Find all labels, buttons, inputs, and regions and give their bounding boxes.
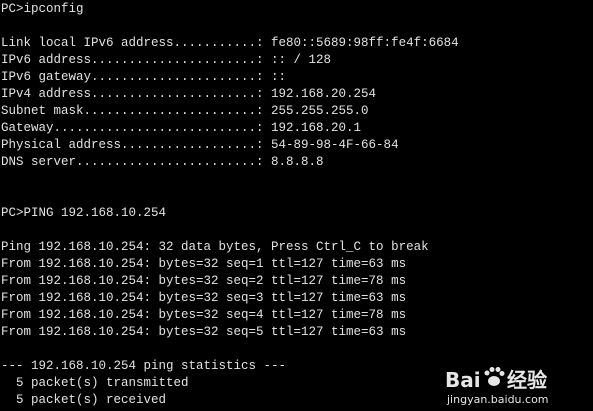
command-ipconfig: PC>ipconfig — [1, 2, 84, 16]
output-line-ping-reply: From 192.168.10.254: bytes=32 seq=3 ttl=… — [1, 291, 407, 305]
output-line-ipv6-link-local: Link local IPv6 address...........: fe80… — [1, 36, 459, 50]
output-line-subnet-mask: Subnet mask.......................: 255.… — [1, 104, 369, 118]
output-line-ipv4-address: IPv4 address......................: 192.… — [1, 87, 377, 101]
output-line-ping-reply: From 192.168.10.254: bytes=32 seq=2 ttl=… — [1, 274, 407, 288]
watermark-brand-right: 经验 — [507, 368, 547, 392]
output-line-ping-statistics: --- 192.168.10.254 ping statistics --- — [1, 359, 287, 373]
paw-icon — [484, 367, 505, 386]
watermark-url: jingyan.baidu.com — [446, 393, 549, 406]
output-line-gateway: Gateway...........................: 192.… — [1, 121, 362, 135]
baidu-jingyan-watermark: Bai 经验 jingyan.baidu.com — [445, 367, 549, 406]
output-line-physical-address: Physical address..................: 54-8… — [1, 138, 399, 152]
output-line-ping-reply: From 192.168.10.254: bytes=32 seq=5 ttl=… — [1, 325, 407, 339]
output-line-ipv6-address: IPv6 address......................: :: /… — [1, 53, 332, 67]
command-ping: PC>PING 192.168.10.254 — [1, 206, 167, 220]
terminal-window[interactable]: PC>ipconfig Link local IPv6 address.....… — [0, 0, 593, 411]
output-line-ping-reply: From 192.168.10.254: bytes=32 seq=1 ttl=… — [1, 257, 407, 271]
output-line-ipv6-gateway: IPv6 gateway......................: :: — [1, 70, 287, 84]
output-line-ping-reply: From 192.168.10.254: bytes=32 seq=4 ttl=… — [1, 308, 407, 322]
output-line-received: 5 packet(s) received — [1, 393, 167, 407]
output-line-ping-header: Ping 192.168.10.254: 32 data bytes, Pres… — [1, 240, 429, 254]
output-line-transmitted: 5 packet(s) transmitted — [1, 376, 189, 390]
output-line-dns-server: DNS server........................: 8.8.… — [1, 155, 324, 169]
watermark-brand-left: Bai — [445, 368, 481, 392]
